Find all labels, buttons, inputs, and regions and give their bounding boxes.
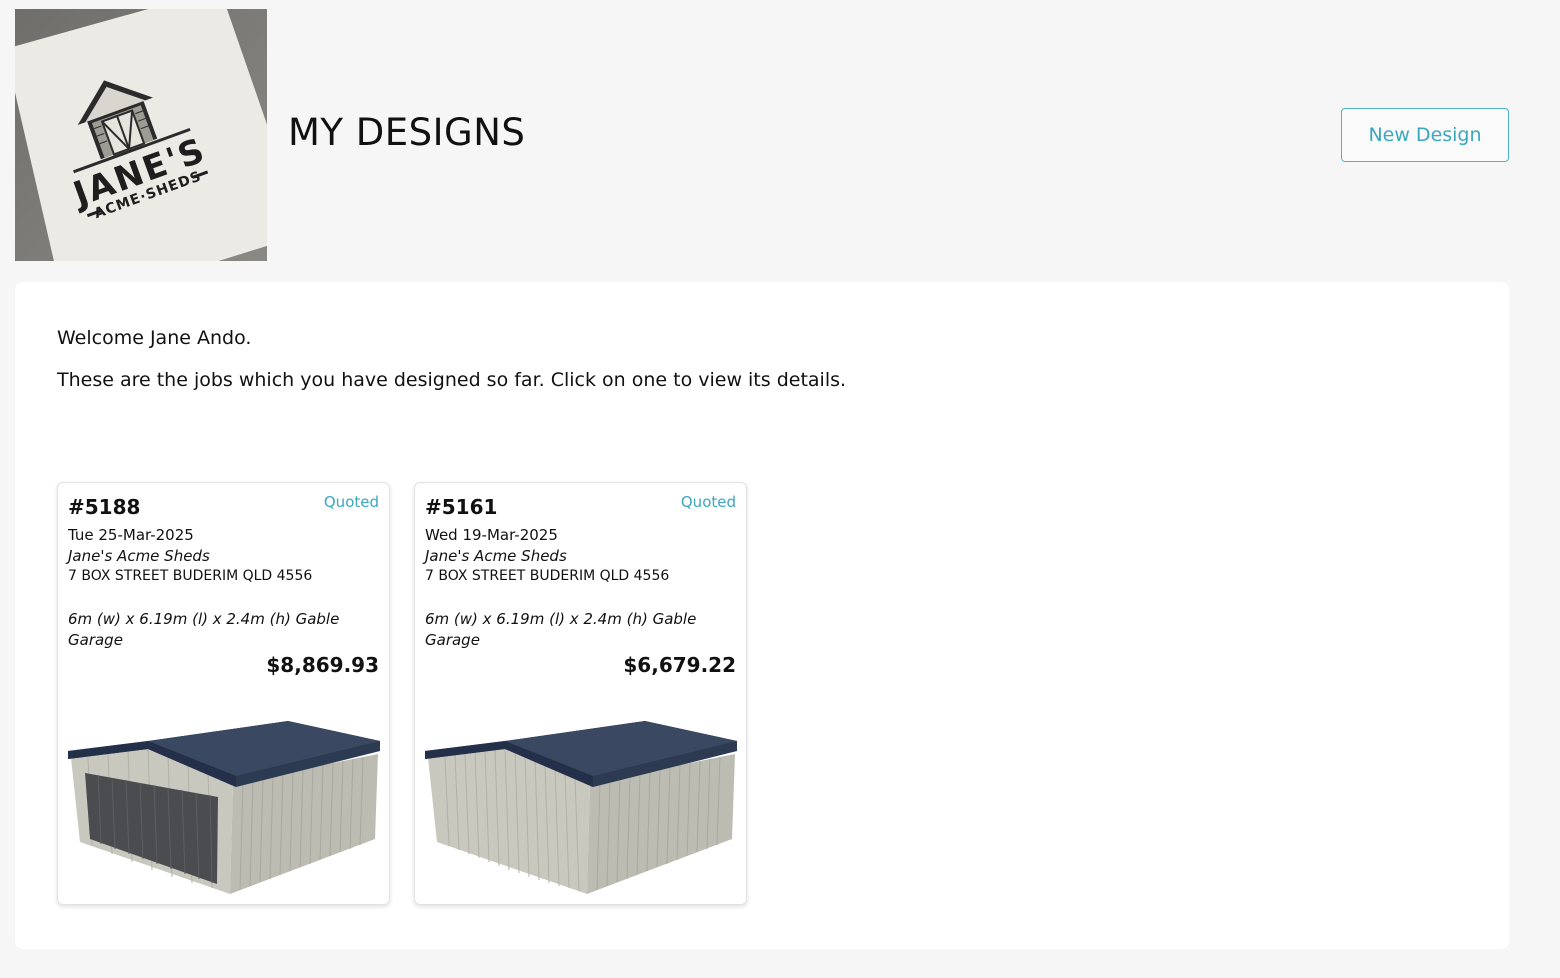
job-company: Jane's Acme Sheds (425, 547, 567, 565)
welcome-message: Welcome Jane Ando. (57, 327, 252, 349)
job-number: #5161 (425, 495, 498, 519)
page-title: MY DESIGNS (288, 111, 526, 154)
job-card[interactable]: #5161 Quoted Wed 19-Mar-2025 Jane's Acme… (414, 482, 747, 905)
logo-image: JANE'S ACME·SHEDS (15, 9, 267, 261)
new-design-button[interactable]: New Design (1341, 108, 1509, 162)
job-price: $8,869.93 (266, 653, 379, 677)
shed-render-image (68, 721, 380, 894)
job-address: 7 BOX STREET BUDERIM QLD 4556 (425, 568, 670, 584)
shed-render-image (425, 721, 737, 894)
job-card[interactable]: #5188 Quoted Tue 25-Mar-2025 Jane's Acme… (57, 482, 390, 905)
intro-message: These are the jobs which you have design… (57, 369, 847, 391)
job-description: 6m (w) x 6.19m (l) x 2.4m (h) Gable Gara… (425, 610, 697, 649)
job-date: Tue 25-Mar-2025 (68, 526, 194, 544)
job-status: Quoted (680, 493, 736, 511)
job-price: $6,679.22 (623, 653, 736, 677)
company-logo: JANE'S ACME·SHEDS (15, 9, 267, 261)
job-description: 6m (w) x 6.19m (l) x 2.4m (h) Gable Gara… (68, 610, 340, 649)
designs-panel: Welcome Jane Ando. These are the jobs wh… (15, 282, 1509, 949)
job-number: #5188 (68, 495, 141, 519)
job-date: Wed 19-Mar-2025 (425, 526, 558, 544)
job-status: Quoted (323, 493, 379, 511)
job-address: 7 BOX STREET BUDERIM QLD 4556 (68, 568, 313, 584)
job-company: Jane's Acme Sheds (68, 547, 210, 565)
page-header: JANE'S ACME·SHEDS MY DESIGNS New Design (15, 9, 1509, 261)
